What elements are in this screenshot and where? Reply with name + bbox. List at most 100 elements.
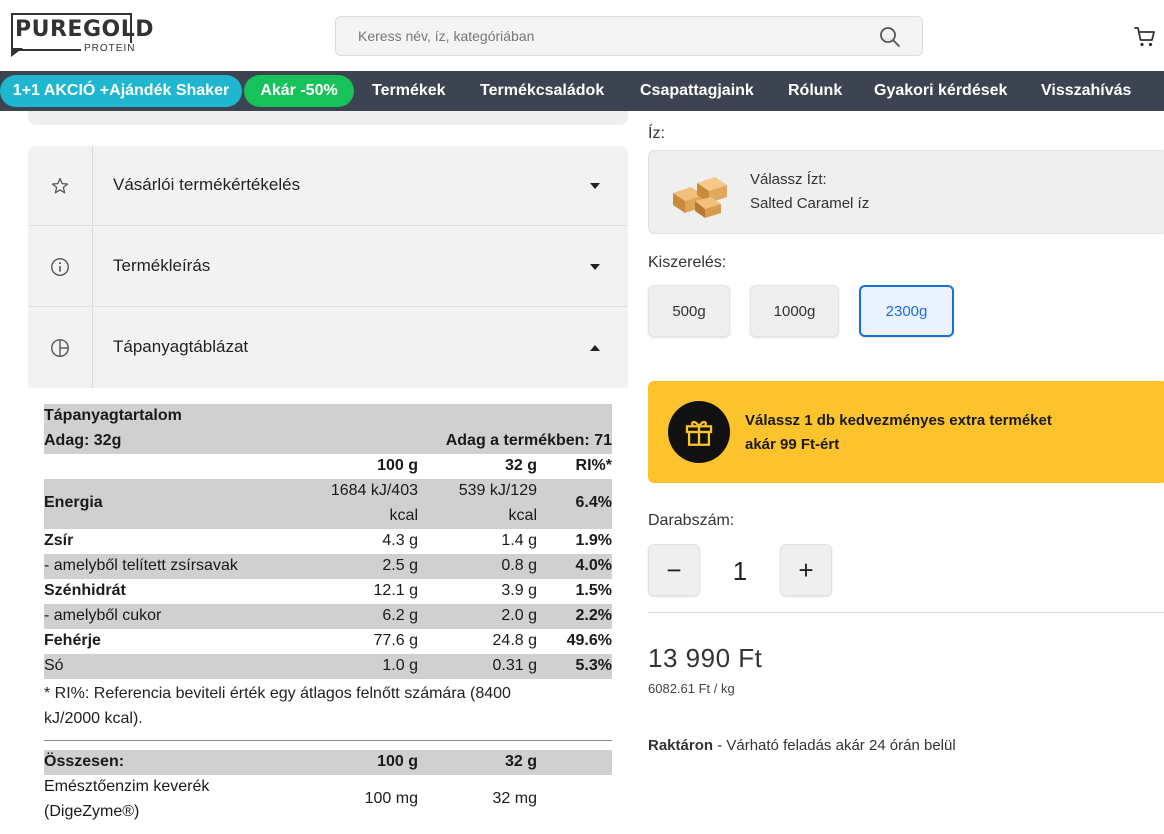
row-name: Fehérje <box>44 632 101 649</box>
search-input[interactable] <box>336 17 866 55</box>
flavor-value: Salted Caramel íz <box>750 195 870 212</box>
row-value: 32 mg <box>492 790 537 807</box>
row-value: 6.2 g <box>382 607 418 624</box>
flavor-label: Íz: <box>648 125 665 142</box>
promo-pill[interactable]: 1+1 AKCIÓ +Ajándék Shaker <box>0 75 242 107</box>
unit-price: 6082.61 Ft / kg <box>648 681 735 696</box>
search-bar <box>335 16 923 56</box>
column-header: 100 g <box>377 457 418 474</box>
accordion-label: Termékleírás <box>113 256 211 275</box>
serving-size: Adag: 32g <box>44 432 122 449</box>
row-name: Emésztőenzim keverék <box>44 778 210 795</box>
nav-item-team[interactable]: Csapattagjaink <box>640 82 754 100</box>
row-name: - amelyből cukor <box>44 607 162 624</box>
row-name: Zsír <box>44 532 74 549</box>
accordion-reviews[interactable]: Vásárlói termékértékelés <box>28 146 628 226</box>
accordion-icon-cell <box>28 227 93 306</box>
gift-offer-banner[interactable]: Válassz 1 db kedvezményes extra terméket… <box>648 381 1164 483</box>
row-value: 0.8 g <box>501 557 537 574</box>
stock-status: Raktáron - Várható feladás akár 24 órán … <box>648 737 956 754</box>
size-label: Kiszerelés: <box>648 254 727 271</box>
row-value: 24.8 g <box>492 632 537 649</box>
product-price: 13 990 Ft <box>648 643 763 673</box>
accordion-label: Vásárlói termékértékelés <box>113 175 301 194</box>
quantity-increase-button[interactable]: + <box>780 544 832 596</box>
row-value: kcal <box>508 507 537 524</box>
table-row: Fehérje 77.6 g 24.8 g 49.6% <box>44 629 612 654</box>
nav-item-products[interactable]: Termékek <box>372 82 446 100</box>
accordion-icon-cell <box>28 146 93 225</box>
nav-item-families[interactable]: Termékcsaládok <box>480 82 604 100</box>
accordion-description[interactable]: Termékleírás <box>28 227 628 307</box>
enzyme-table: Összesen: 100 g 32 g Emésztőenzim keveré… <box>44 750 612 825</box>
logo-subtext: PROTEIN <box>81 43 139 54</box>
ri-footnote: * RI%: Referencia beviteli érték egy átl… <box>44 681 612 731</box>
table-row: Szénhidrát 12.1 g 3.9 g 1.5% <box>44 579 612 604</box>
row-value: 2.0 g <box>501 607 537 624</box>
stock-label: Raktáron <box>648 737 714 754</box>
gift-icon <box>685 420 713 446</box>
size-option-500g[interactable]: 500g <box>648 285 730 337</box>
table-row: Só 1.0 g 0.31 g 5.3% <box>44 654 612 679</box>
accordion-label: Tápanyagtáblázat <box>113 337 249 356</box>
row-ri: 2.2% <box>575 607 612 624</box>
row-value: 2.5 g <box>382 557 418 574</box>
table-row: Adag: 32g Adag a termékben: 71 <box>44 429 612 454</box>
row-ri: 5.3% <box>575 657 612 674</box>
stock-note: - Várható feladás akár 24 órán belül <box>713 737 956 754</box>
footnote-line: kJ/2000 kcal). <box>44 710 143 727</box>
accordion-nutrition[interactable]: Tápanyagtáblázat <box>28 308 628 388</box>
row-ri: 1.9% <box>575 532 612 549</box>
nav-item-callback[interactable]: Visszahívás <box>1041 82 1131 100</box>
nav-item-about[interactable]: Rólunk <box>788 82 842 100</box>
previous-panel-bottom <box>28 111 628 125</box>
flavor-selector[interactable]: Válassz Ízt: Salted Caramel íz <box>648 150 1164 234</box>
pie-icon <box>51 339 69 357</box>
table-row: Energia 1684 kJ/403 kcal 539 kJ/129 kcal… <box>44 479 612 529</box>
cart-icon[interactable] <box>1133 25 1157 49</box>
row-name: (DigeZyme®) <box>44 803 140 820</box>
row-value: 100 mg <box>364 790 418 807</box>
row-value: 539 kJ/129 <box>458 482 537 499</box>
row-value: 77.6 g <box>373 632 418 649</box>
row-ri: 49.6% <box>566 632 612 649</box>
footnote-line: * RI%: Referencia beviteli érték egy átl… <box>44 685 511 702</box>
puregold-logo[interactable]: PUREGOLD PROTEIN <box>11 13 154 57</box>
search-icon[interactable] <box>878 25 902 49</box>
quantity-decrease-button[interactable]: − <box>648 544 700 596</box>
servings-per-product: Adag a termékben: 71 <box>445 432 612 449</box>
row-value: 1.0 g <box>382 657 418 674</box>
quantity-value[interactable]: 1 <box>700 556 780 587</box>
row-value: kcal <box>389 507 418 524</box>
row-value: 0.31 g <box>492 657 537 674</box>
caret-up-icon <box>590 345 600 351</box>
row-ri: 4.0% <box>575 557 612 574</box>
price-divider <box>648 612 1164 613</box>
table-title: Tápanyagtartalom <box>44 407 182 424</box>
total-label: Összesen: <box>44 753 125 770</box>
flavor-prompt: Válassz Ízt: <box>750 171 827 188</box>
product-accordion: Vásárlói termékértékelés Termékleírás Tá… <box>28 146 628 388</box>
row-name: Energia <box>44 494 103 511</box>
row-name: Só <box>44 657 64 674</box>
column-header: 32 g <box>504 753 537 770</box>
table-divider <box>44 740 612 741</box>
nutrition-table: Tápanyagtartalom Adag: 32g Adag a termék… <box>44 404 612 679</box>
table-row: Emésztőenzim keverék (DigeZyme®) 100 mg … <box>44 775 612 825</box>
sale-pill[interactable]: Akár -50% <box>244 75 354 107</box>
quantity-label: Darabszám: <box>648 512 735 529</box>
table-header-row: Összesen: 100 g 32 g <box>44 750 612 775</box>
caret-down-icon <box>590 264 600 270</box>
size-option-1000g[interactable]: 1000g <box>750 285 839 337</box>
row-value: 3.9 g <box>501 582 537 599</box>
logo-text: PUREGOLD <box>15 17 154 42</box>
row-value: 4.3 g <box>382 532 418 549</box>
column-header: 32 g <box>504 457 537 474</box>
size-option-2300g[interactable]: 2300g <box>859 285 954 337</box>
nav-item-faq[interactable]: Gyakori kérdések <box>874 82 1007 100</box>
table-header-row: 100 g 32 g RI%* <box>44 454 612 479</box>
table-row: - amelyből cukor 6.2 g 2.0 g 2.2% <box>44 604 612 629</box>
site-header: PUREGOLD PROTEIN <box>0 0 1164 71</box>
caramel-image <box>673 177 727 218</box>
row-name: - amelyből telített zsírsavak <box>44 557 238 574</box>
